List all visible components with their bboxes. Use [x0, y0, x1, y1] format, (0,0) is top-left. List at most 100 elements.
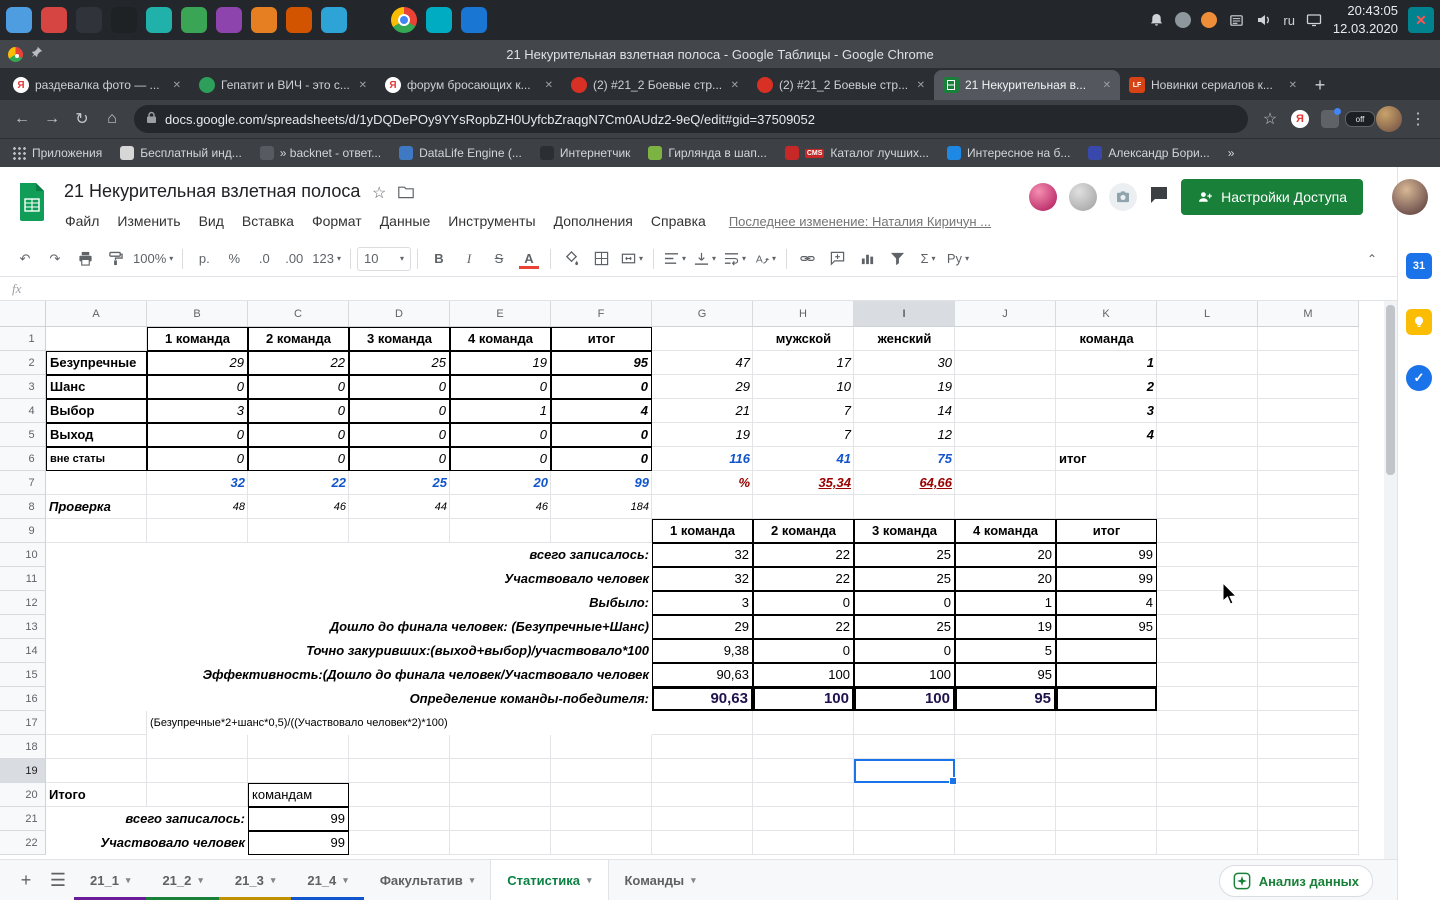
cell-G14[interactable]: 9,38 — [652, 639, 753, 663]
chrome-app-icon[interactable] — [391, 7, 417, 33]
tray-status-icon[interactable] — [1175, 12, 1191, 28]
browser-tab[interactable]: LFНовинки сериалов к...✕ — [1120, 70, 1306, 100]
menu-item[interactable]: Файл — [56, 209, 108, 233]
text-color-button[interactable]: A — [514, 246, 544, 272]
taskbar-app-icon[interactable] — [146, 7, 172, 33]
cell-D7[interactable]: 25 — [349, 471, 450, 495]
cell-H14[interactable]: 0 — [753, 639, 854, 663]
column-header-I[interactable]: I — [854, 301, 955, 327]
bell-icon[interactable] — [1147, 11, 1165, 29]
forward-button[interactable]: → — [38, 105, 66, 133]
volume-icon[interactable] — [1255, 11, 1273, 29]
cell-H7[interactable]: 35,34 — [753, 471, 854, 495]
tab-close-icon[interactable]: ✕ — [731, 80, 739, 91]
cell-G13[interactable]: 29 — [652, 615, 753, 639]
cell-F4[interactable]: 4 — [551, 399, 652, 423]
menu-item[interactable]: Вид — [190, 209, 233, 233]
cell-B2[interactable]: 29 — [147, 351, 248, 375]
cell-I2[interactable]: 30 — [854, 351, 955, 375]
clock[interactable]: 20:43:05 12.03.2020 — [1333, 2, 1398, 37]
yandex-extension-icon[interactable]: Я — [1286, 105, 1314, 133]
cell-K6[interactable]: итог — [1056, 447, 1157, 471]
tasks-icon[interactable]: ✓ — [1406, 365, 1432, 391]
cell-E7[interactable]: 20 — [450, 471, 551, 495]
cell-I1[interactable]: женский — [854, 327, 955, 351]
cell-G12[interactable]: 3 — [652, 591, 753, 615]
cell-G10[interactable]: 32 — [652, 543, 753, 567]
cell-D1[interactable]: 3 команда — [349, 327, 450, 351]
browser-tab[interactable]: (2) #21_2 Боевые стр...✕ — [748, 70, 934, 100]
cell-K10[interactable]: 99 — [1056, 543, 1157, 567]
cell-F6[interactable]: 0 — [551, 447, 652, 471]
cell-A12[interactable]: Выбыло: — [46, 591, 652, 615]
collaborator-avatar-camera[interactable] — [1109, 183, 1137, 211]
column-header-B[interactable]: B — [147, 301, 248, 327]
cell-K5[interactable]: 4 — [1056, 423, 1157, 447]
menu-item[interactable]: Формат — [303, 209, 371, 233]
browser-tab[interactable]: Гепатит и ВИЧ - это с...✕ — [190, 70, 376, 100]
merge-cells-icon[interactable]: ▾ — [617, 246, 647, 272]
bookmark-item[interactable]: CMSКаталог лучших... — [785, 146, 929, 160]
tab-close-icon[interactable]: ✕ — [359, 80, 367, 91]
formula-bar[interactable]: fx — [0, 277, 1397, 301]
browser-menu-icon[interactable]: ⋮ — [1404, 105, 1432, 133]
sheets-logo-icon[interactable] — [18, 183, 46, 226]
insert-chart-icon[interactable] — [853, 246, 883, 272]
decrease-decimal-button[interactable]: .0 — [249, 246, 279, 272]
taskbar-app-icon[interactable] — [6, 7, 32, 33]
column-header-J[interactable]: J — [955, 301, 1056, 327]
cell-I11[interactable]: 25 — [854, 567, 955, 591]
taskbar-app-icon[interactable] — [286, 7, 312, 33]
new-tab-button[interactable]: + — [1306, 71, 1334, 99]
account-avatar[interactable] — [1392, 179, 1428, 215]
row-header-8[interactable]: 8 — [0, 495, 46, 519]
cell-I10[interactable]: 25 — [854, 543, 955, 567]
sheet-tab-21_3[interactable]: 21_3▾ — [219, 860, 291, 900]
cell-B3[interactable]: 0 — [147, 375, 248, 399]
taskbar-app-icon[interactable] — [181, 7, 207, 33]
sheet-tab-Команды[interactable]: Команды▾ — [609, 860, 712, 900]
borders-icon[interactable] — [587, 246, 617, 272]
row-header-5[interactable]: 5 — [0, 423, 46, 447]
paint-format-icon[interactable] — [100, 246, 130, 272]
star-icon[interactable]: ☆ — [372, 183, 386, 203]
insert-link-icon[interactable] — [793, 246, 823, 272]
column-header-H[interactable]: H — [753, 301, 854, 327]
cell-A8[interactable]: Проверка — [46, 495, 147, 519]
filter-icon[interactable] — [883, 246, 913, 272]
cell-A5[interactable]: Выход — [46, 423, 147, 447]
cell-J10[interactable]: 20 — [955, 543, 1056, 567]
row-header-20[interactable]: 20 — [0, 783, 46, 807]
browser-profile-avatar[interactable] — [1376, 106, 1402, 132]
row-header-1[interactable]: 1 — [0, 327, 46, 351]
column-header-M[interactable]: M — [1258, 301, 1359, 327]
collaborator-avatar[interactable] — [1069, 183, 1097, 211]
cell-I4[interactable]: 14 — [854, 399, 955, 423]
cell-H3[interactable]: 10 — [753, 375, 854, 399]
menu-item[interactable]: Вставка — [233, 209, 303, 233]
cell-I9[interactable]: 3 команда — [854, 519, 955, 543]
cell-K11[interactable]: 99 — [1056, 567, 1157, 591]
cell-E5[interactable]: 0 — [450, 423, 551, 447]
tab-close-icon[interactable]: ✕ — [173, 80, 181, 91]
taskbar-app-icon[interactable] — [426, 7, 452, 33]
row-header-9[interactable]: 9 — [0, 519, 46, 543]
cell-E4[interactable]: 1 — [450, 399, 551, 423]
print-icon[interactable] — [70, 246, 100, 272]
cell-C2[interactable]: 22 — [248, 351, 349, 375]
vpn-off-extension[interactable]: off — [1346, 105, 1374, 133]
document-title[interactable]: 21 Некурительная взлетная полоса — [64, 181, 360, 202]
italic-button[interactable]: I — [454, 246, 484, 272]
row-header-7[interactable]: 7 — [0, 471, 46, 495]
bookmark-item[interactable]: Бесплатный инд... — [120, 146, 242, 160]
strikethrough-button[interactable]: S — [484, 246, 514, 272]
cell-H5[interactable]: 7 — [753, 423, 854, 447]
cell-E3[interactable]: 0 — [450, 375, 551, 399]
bookmark-item[interactable]: Интересное на б... — [947, 146, 1070, 160]
cell-H13[interactable]: 22 — [753, 615, 854, 639]
cell-B7[interactable]: 32 — [147, 471, 248, 495]
taskbar-app-icon[interactable] — [461, 7, 487, 33]
extension-icon[interactable] — [1316, 105, 1344, 133]
cell-F5[interactable]: 0 — [551, 423, 652, 447]
menu-item[interactable]: Дополнения — [545, 209, 642, 233]
